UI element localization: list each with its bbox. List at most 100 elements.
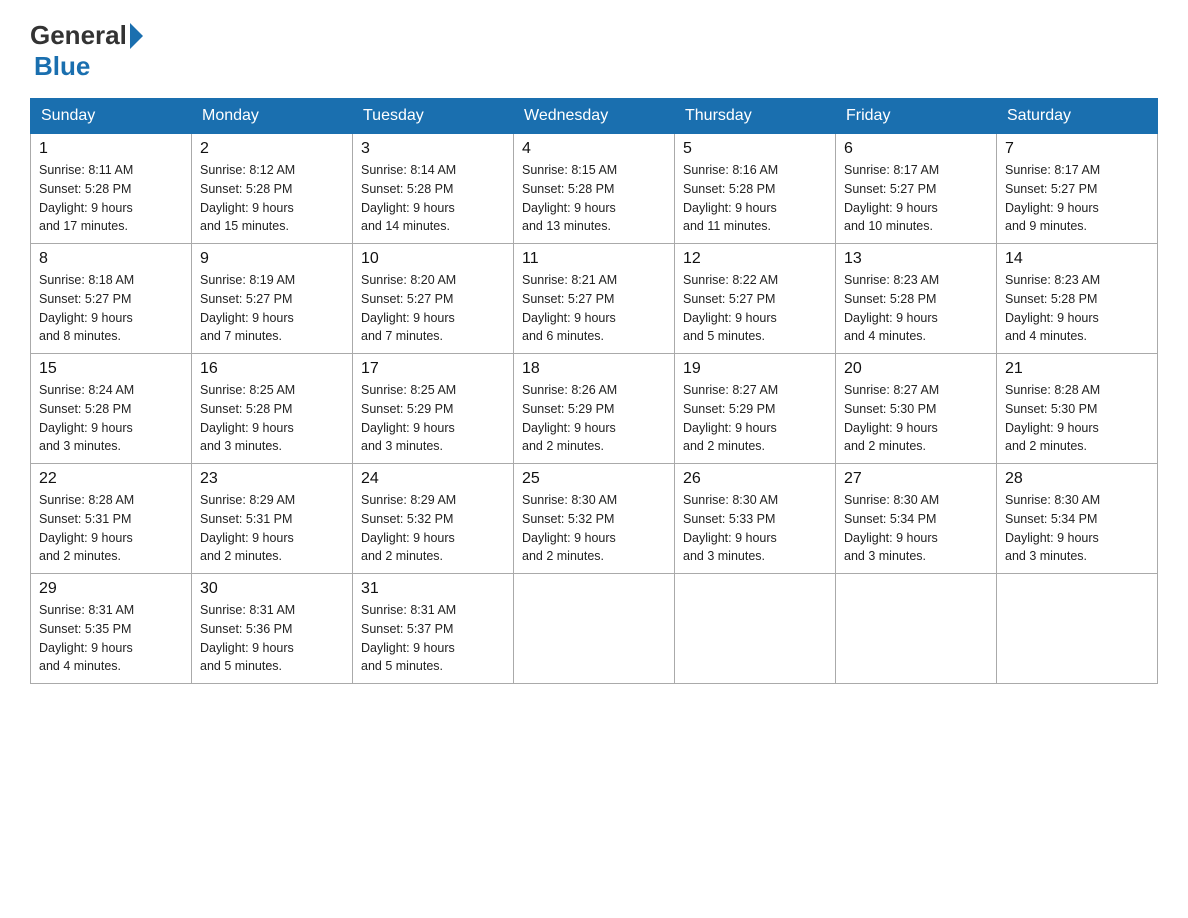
calendar-cell: 3 Sunrise: 8:14 AM Sunset: 5:28 PM Dayli… xyxy=(353,134,514,244)
calendar-cell: 24 Sunrise: 8:29 AM Sunset: 5:32 PM Dayl… xyxy=(353,464,514,574)
page-header: General Blue xyxy=(30,20,1158,82)
logo-line: General xyxy=(30,20,146,51)
day-info: Sunrise: 8:14 AM Sunset: 5:28 PM Dayligh… xyxy=(361,161,505,236)
header-saturday: Saturday xyxy=(997,99,1158,134)
day-number: 15 xyxy=(39,360,183,378)
calendar-cell: 27 Sunrise: 8:30 AM Sunset: 5:34 PM Dayl… xyxy=(836,464,997,574)
logo: General Blue xyxy=(30,20,146,82)
day-info: Sunrise: 8:24 AM Sunset: 5:28 PM Dayligh… xyxy=(39,381,183,456)
day-info: Sunrise: 8:25 AM Sunset: 5:29 PM Dayligh… xyxy=(361,381,505,456)
calendar-cell: 22 Sunrise: 8:28 AM Sunset: 5:31 PM Dayl… xyxy=(31,464,192,574)
day-info: Sunrise: 8:31 AM Sunset: 5:35 PM Dayligh… xyxy=(39,601,183,676)
day-info: Sunrise: 8:29 AM Sunset: 5:32 PM Dayligh… xyxy=(361,491,505,566)
day-info: Sunrise: 8:20 AM Sunset: 5:27 PM Dayligh… xyxy=(361,271,505,346)
calendar-cell: 19 Sunrise: 8:27 AM Sunset: 5:29 PM Dayl… xyxy=(675,354,836,464)
calendar-cell: 11 Sunrise: 8:21 AM Sunset: 5:27 PM Dayl… xyxy=(514,244,675,354)
calendar-cell: 17 Sunrise: 8:25 AM Sunset: 5:29 PM Dayl… xyxy=(353,354,514,464)
day-info: Sunrise: 8:22 AM Sunset: 5:27 PM Dayligh… xyxy=(683,271,827,346)
day-info: Sunrise: 8:30 AM Sunset: 5:34 PM Dayligh… xyxy=(844,491,988,566)
header-wednesday: Wednesday xyxy=(514,99,675,134)
calendar-cell: 2 Sunrise: 8:12 AM Sunset: 5:28 PM Dayli… xyxy=(192,134,353,244)
day-number: 26 xyxy=(683,470,827,488)
calendar-week-5: 29 Sunrise: 8:31 AM Sunset: 5:35 PM Dayl… xyxy=(31,574,1158,684)
day-info: Sunrise: 8:19 AM Sunset: 5:27 PM Dayligh… xyxy=(200,271,344,346)
calendar-week-1: 1 Sunrise: 8:11 AM Sunset: 5:28 PM Dayli… xyxy=(31,134,1158,244)
calendar-cell: 9 Sunrise: 8:19 AM Sunset: 5:27 PM Dayli… xyxy=(192,244,353,354)
calendar-cell: 23 Sunrise: 8:29 AM Sunset: 5:31 PM Dayl… xyxy=(192,464,353,574)
header-sunday: Sunday xyxy=(31,99,192,134)
day-number: 31 xyxy=(361,580,505,598)
calendar-week-3: 15 Sunrise: 8:24 AM Sunset: 5:28 PM Dayl… xyxy=(31,354,1158,464)
calendar-cell xyxy=(997,574,1158,684)
day-number: 1 xyxy=(39,140,183,158)
day-info: Sunrise: 8:21 AM Sunset: 5:27 PM Dayligh… xyxy=(522,271,666,346)
day-number: 17 xyxy=(361,360,505,378)
calendar-cell: 30 Sunrise: 8:31 AM Sunset: 5:36 PM Dayl… xyxy=(192,574,353,684)
day-number: 9 xyxy=(200,250,344,268)
day-number: 4 xyxy=(522,140,666,158)
calendar-cell: 8 Sunrise: 8:18 AM Sunset: 5:27 PM Dayli… xyxy=(31,244,192,354)
day-number: 18 xyxy=(522,360,666,378)
calendar-cell: 12 Sunrise: 8:22 AM Sunset: 5:27 PM Dayl… xyxy=(675,244,836,354)
logo-general-word: General xyxy=(30,20,127,51)
day-number: 5 xyxy=(683,140,827,158)
day-number: 28 xyxy=(1005,470,1149,488)
day-info: Sunrise: 8:30 AM Sunset: 5:32 PM Dayligh… xyxy=(522,491,666,566)
day-number: 10 xyxy=(361,250,505,268)
day-number: 8 xyxy=(39,250,183,268)
day-info: Sunrise: 8:27 AM Sunset: 5:30 PM Dayligh… xyxy=(844,381,988,456)
day-info: Sunrise: 8:18 AM Sunset: 5:27 PM Dayligh… xyxy=(39,271,183,346)
calendar-cell xyxy=(514,574,675,684)
day-info: Sunrise: 8:23 AM Sunset: 5:28 PM Dayligh… xyxy=(844,271,988,346)
day-number: 23 xyxy=(200,470,344,488)
day-info: Sunrise: 8:30 AM Sunset: 5:34 PM Dayligh… xyxy=(1005,491,1149,566)
day-number: 21 xyxy=(1005,360,1149,378)
calendar-cell: 29 Sunrise: 8:31 AM Sunset: 5:35 PM Dayl… xyxy=(31,574,192,684)
day-number: 16 xyxy=(200,360,344,378)
calendar-cell: 5 Sunrise: 8:16 AM Sunset: 5:28 PM Dayli… xyxy=(675,134,836,244)
logo-blue-word: Blue xyxy=(34,51,90,81)
calendar-cell xyxy=(836,574,997,684)
day-info: Sunrise: 8:28 AM Sunset: 5:31 PM Dayligh… xyxy=(39,491,183,566)
day-info: Sunrise: 8:30 AM Sunset: 5:33 PM Dayligh… xyxy=(683,491,827,566)
calendar-cell: 1 Sunrise: 8:11 AM Sunset: 5:28 PM Dayli… xyxy=(31,134,192,244)
logo-triangle-icon xyxy=(130,23,143,49)
day-number: 25 xyxy=(522,470,666,488)
day-info: Sunrise: 8:12 AM Sunset: 5:28 PM Dayligh… xyxy=(200,161,344,236)
day-number: 12 xyxy=(683,250,827,268)
day-info: Sunrise: 8:28 AM Sunset: 5:30 PM Dayligh… xyxy=(1005,381,1149,456)
day-number: 24 xyxy=(361,470,505,488)
calendar-cell: 26 Sunrise: 8:30 AM Sunset: 5:33 PM Dayl… xyxy=(675,464,836,574)
header-monday: Monday xyxy=(192,99,353,134)
day-info: Sunrise: 8:31 AM Sunset: 5:36 PM Dayligh… xyxy=(200,601,344,676)
header-friday: Friday xyxy=(836,99,997,134)
day-info: Sunrise: 8:25 AM Sunset: 5:28 PM Dayligh… xyxy=(200,381,344,456)
calendar-cell: 14 Sunrise: 8:23 AM Sunset: 5:28 PM Dayl… xyxy=(997,244,1158,354)
header-thursday: Thursday xyxy=(675,99,836,134)
calendar-cell: 28 Sunrise: 8:30 AM Sunset: 5:34 PM Dayl… xyxy=(997,464,1158,574)
logo-blue-line: Blue xyxy=(30,51,90,82)
calendar-week-4: 22 Sunrise: 8:28 AM Sunset: 5:31 PM Dayl… xyxy=(31,464,1158,574)
day-number: 30 xyxy=(200,580,344,598)
calendar-week-2: 8 Sunrise: 8:18 AM Sunset: 5:27 PM Dayli… xyxy=(31,244,1158,354)
day-number: 22 xyxy=(39,470,183,488)
calendar-cell: 13 Sunrise: 8:23 AM Sunset: 5:28 PM Dayl… xyxy=(836,244,997,354)
day-number: 19 xyxy=(683,360,827,378)
calendar-cell: 31 Sunrise: 8:31 AM Sunset: 5:37 PM Dayl… xyxy=(353,574,514,684)
day-info: Sunrise: 8:23 AM Sunset: 5:28 PM Dayligh… xyxy=(1005,271,1149,346)
day-number: 20 xyxy=(844,360,988,378)
day-info: Sunrise: 8:16 AM Sunset: 5:28 PM Dayligh… xyxy=(683,161,827,236)
calendar-cell: 6 Sunrise: 8:17 AM Sunset: 5:27 PM Dayli… xyxy=(836,134,997,244)
calendar-cell: 4 Sunrise: 8:15 AM Sunset: 5:28 PM Dayli… xyxy=(514,134,675,244)
day-number: 29 xyxy=(39,580,183,598)
day-info: Sunrise: 8:17 AM Sunset: 5:27 PM Dayligh… xyxy=(844,161,988,236)
day-number: 3 xyxy=(361,140,505,158)
header-tuesday: Tuesday xyxy=(353,99,514,134)
calendar-table: Sunday Monday Tuesday Wednesday Thursday… xyxy=(30,98,1158,684)
calendar-cell: 7 Sunrise: 8:17 AM Sunset: 5:27 PM Dayli… xyxy=(997,134,1158,244)
day-number: 11 xyxy=(522,250,666,268)
day-info: Sunrise: 8:17 AM Sunset: 5:27 PM Dayligh… xyxy=(1005,161,1149,236)
calendar-cell: 16 Sunrise: 8:25 AM Sunset: 5:28 PM Dayl… xyxy=(192,354,353,464)
day-number: 27 xyxy=(844,470,988,488)
day-info: Sunrise: 8:29 AM Sunset: 5:31 PM Dayligh… xyxy=(200,491,344,566)
